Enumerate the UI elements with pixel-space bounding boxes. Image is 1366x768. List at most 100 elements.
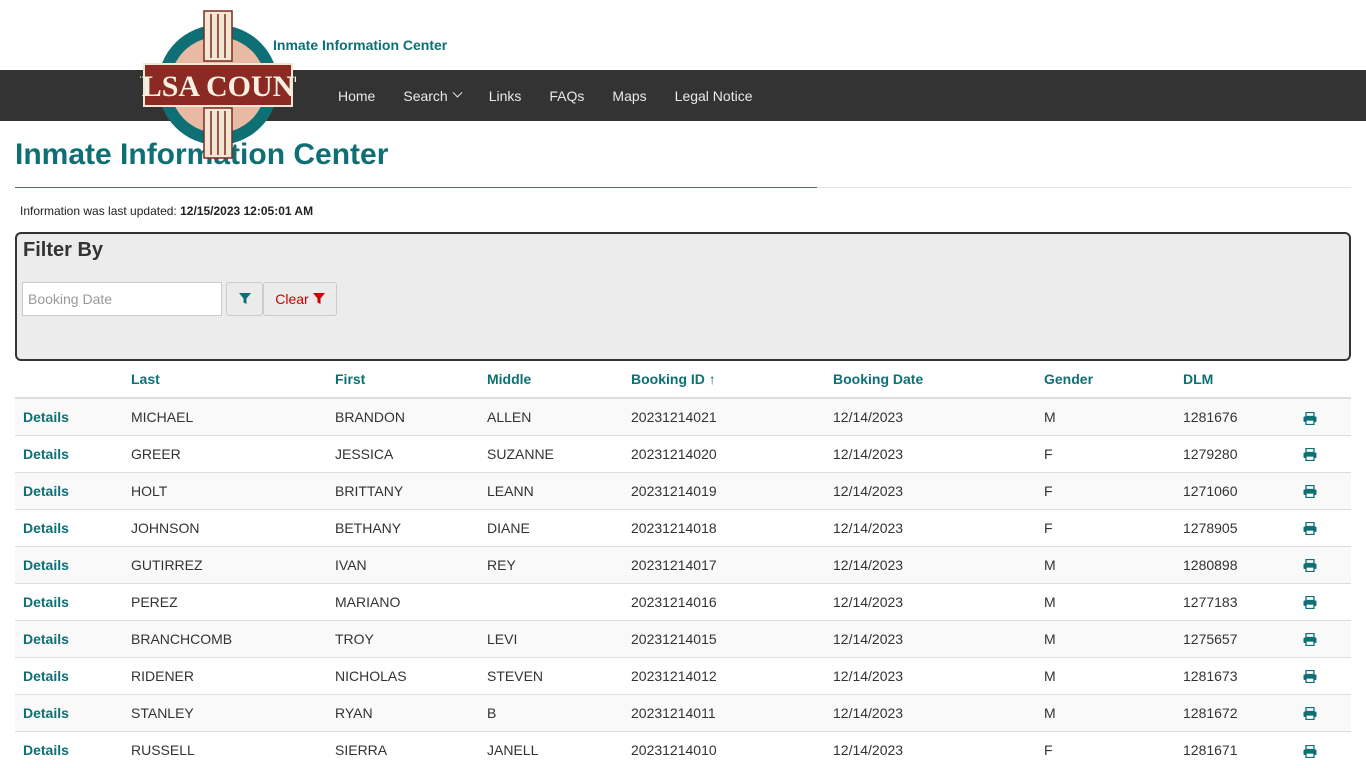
details-link[interactable]: Details bbox=[23, 446, 69, 462]
chevron-down-icon bbox=[452, 87, 463, 98]
cell-first: BETHANY bbox=[327, 508, 479, 546]
col-first[interactable]: First bbox=[327, 361, 479, 399]
details-link[interactable]: Details bbox=[23, 483, 69, 499]
col-print bbox=[1295, 361, 1351, 399]
table-row: Details BRANCHCOMB TROY LEVI 20231214015 12/1… bbox=[15, 619, 1351, 657]
print-cell bbox=[1295, 730, 1351, 768]
cell-middle bbox=[479, 582, 623, 620]
nav-links[interactable]: Links bbox=[475, 70, 536, 121]
col-gender[interactable]: Gender bbox=[1036, 361, 1175, 399]
cell-middle: STEVEN bbox=[479, 656, 623, 694]
cell-middle: B bbox=[479, 693, 623, 731]
table-row: Details JOHNSON BETHANY DIANE 20231214018 12/… bbox=[15, 508, 1351, 546]
nav-search[interactable]: Search bbox=[389, 70, 474, 121]
col-booking-date[interactable]: Booking Date bbox=[825, 361, 1036, 399]
last-updated: Information was last updated: 12/15/2023… bbox=[20, 204, 313, 218]
nav-maps[interactable]: Maps bbox=[598, 70, 660, 121]
cell-dlm: 1281676 bbox=[1175, 397, 1295, 435]
nav-home[interactable]: Home bbox=[324, 70, 389, 121]
booking-date-input[interactable] bbox=[22, 282, 222, 316]
cell-first: TROY bbox=[327, 619, 479, 657]
print-cell bbox=[1295, 656, 1351, 694]
col-dlm[interactable]: DLM bbox=[1175, 361, 1295, 399]
details-link[interactable]: Details bbox=[23, 742, 69, 758]
print-cell bbox=[1295, 693, 1351, 731]
col-middle[interactable]: Middle bbox=[479, 361, 623, 399]
details-link[interactable]: Details bbox=[23, 557, 69, 573]
cell-booking-date: 12/14/2023 bbox=[825, 545, 1036, 583]
cell-last: MICHAEL bbox=[123, 397, 327, 435]
cell-booking-id: 20231214019 bbox=[623, 471, 825, 509]
details-link[interactable]: Details bbox=[23, 520, 69, 536]
details-link[interactable]: Details bbox=[23, 705, 69, 721]
cell-last: HOLT bbox=[123, 471, 327, 509]
cell-booking-id: 20231214016 bbox=[623, 582, 825, 620]
cell-gender: F bbox=[1036, 471, 1175, 509]
print-icon[interactable] bbox=[1303, 744, 1317, 758]
print-cell bbox=[1295, 397, 1351, 435]
table-header-row: Last First Middle Booking ID ↑ Booking D… bbox=[15, 361, 1351, 399]
title-divider-light bbox=[817, 187, 1351, 188]
cell-gender: M bbox=[1036, 656, 1175, 694]
print-icon[interactable] bbox=[1303, 633, 1317, 647]
cell-dlm: 1280898 bbox=[1175, 545, 1295, 583]
table-row: Details HOLT BRITTANY LEANN 20231214019 12/14… bbox=[15, 471, 1351, 509]
col-last[interactable]: Last bbox=[123, 361, 327, 399]
cell-last: RUSSELL bbox=[123, 730, 327, 768]
cell-middle: LEVI bbox=[479, 619, 623, 657]
cell-gender: M bbox=[1036, 693, 1175, 731]
table-row: Details PEREZ MARIANO 20231214016 12/14/2023… bbox=[15, 582, 1351, 620]
cell-middle: JANELL bbox=[479, 730, 623, 768]
col-booking-id[interactable]: Booking ID ↑ bbox=[623, 361, 825, 399]
cell-booking-date: 12/14/2023 bbox=[825, 619, 1036, 657]
details-link[interactable]: Details bbox=[23, 668, 69, 684]
nav-faqs[interactable]: FAQs bbox=[535, 70, 598, 121]
nav-links-label: Links bbox=[488, 87, 522, 104]
print-icon[interactable] bbox=[1303, 448, 1317, 462]
details-cell: Details bbox=[15, 471, 123, 509]
cell-booking-id: 20231214011 bbox=[623, 693, 825, 731]
apply-filter-button[interactable] bbox=[226, 282, 263, 316]
cell-middle: REY bbox=[479, 545, 623, 583]
cell-first: NICHOLAS bbox=[327, 656, 479, 694]
site-subtitle[interactable]: Inmate Information Center bbox=[273, 37, 447, 53]
print-icon[interactable] bbox=[1303, 707, 1317, 721]
details-link[interactable]: Details bbox=[23, 594, 69, 610]
details-link[interactable]: Details bbox=[23, 409, 69, 425]
cell-last: STANLEY bbox=[123, 693, 327, 731]
cell-booking-date: 12/14/2023 bbox=[825, 656, 1036, 694]
details-link[interactable]: Details bbox=[23, 631, 69, 647]
cell-gender: M bbox=[1036, 619, 1175, 657]
cell-booking-date: 12/14/2023 bbox=[825, 471, 1036, 509]
cell-first: BRITTANY bbox=[327, 471, 479, 509]
cell-booking-date: 12/14/2023 bbox=[825, 397, 1036, 435]
clear-filter-button[interactable]: Clear bbox=[263, 282, 337, 316]
print-cell bbox=[1295, 508, 1351, 546]
main-nav: Home Search Links FAQs Maps Legal Notice bbox=[324, 70, 766, 121]
filter-panel: Filter By Clear bbox=[15, 232, 1351, 361]
cell-dlm: 1281673 bbox=[1175, 656, 1295, 694]
print-cell bbox=[1295, 471, 1351, 509]
print-icon[interactable] bbox=[1303, 485, 1317, 499]
cell-booking-id: 20231214012 bbox=[623, 656, 825, 694]
print-icon[interactable] bbox=[1303, 559, 1317, 573]
tulsa-county-logo[interactable]: TULSA COUNTY bbox=[100, 8, 336, 162]
cell-last: GREER bbox=[123, 434, 327, 472]
cell-gender: M bbox=[1036, 397, 1175, 435]
cell-dlm: 1279280 bbox=[1175, 434, 1295, 472]
cell-gender: F bbox=[1036, 434, 1175, 472]
table-row: Details MICHAEL BRANDON ALLEN 20231214021 12/… bbox=[15, 397, 1351, 435]
cell-last: BRANCHCOMB bbox=[123, 619, 327, 657]
cell-dlm: 1277183 bbox=[1175, 582, 1295, 620]
nav-legal-notice[interactable]: Legal Notice bbox=[661, 70, 767, 121]
details-cell: Details bbox=[15, 582, 123, 620]
print-icon[interactable] bbox=[1303, 411, 1317, 425]
print-cell bbox=[1295, 545, 1351, 583]
nav-legal-notice-label: Legal Notice bbox=[674, 87, 753, 104]
cell-first: JESSICA bbox=[327, 434, 479, 472]
details-cell: Details bbox=[15, 656, 123, 694]
print-icon[interactable] bbox=[1303, 522, 1317, 536]
print-icon[interactable] bbox=[1303, 596, 1317, 610]
cell-booking-id: 20231214020 bbox=[623, 434, 825, 472]
print-icon[interactable] bbox=[1303, 670, 1317, 684]
